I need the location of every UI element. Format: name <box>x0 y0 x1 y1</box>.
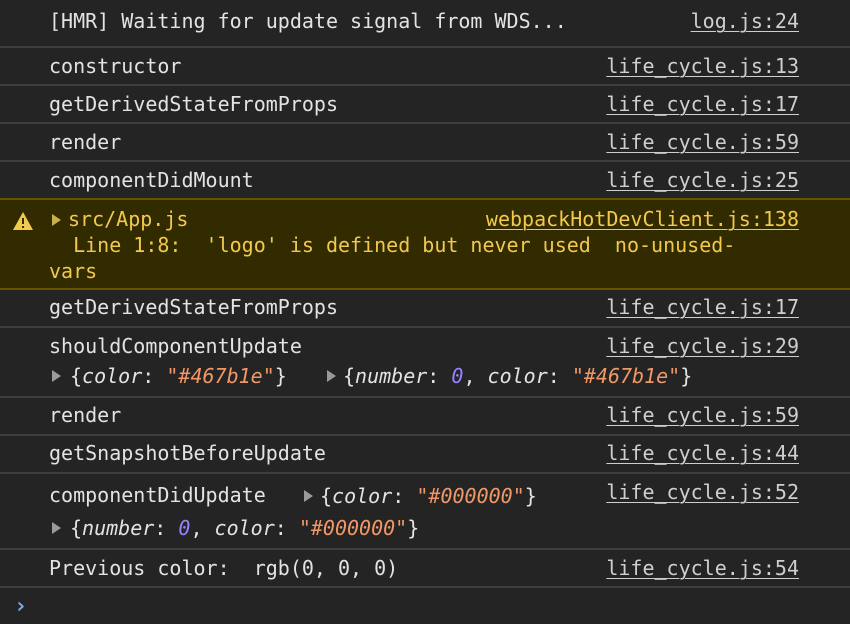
log-message: componentDidMount <box>49 168 254 192</box>
expand-triangle-icon[interactable] <box>52 370 61 382</box>
expand-triangle-icon[interactable] <box>52 214 61 226</box>
object-preview[interactable]: {color: "#000000"} <box>320 484 537 508</box>
object-preview[interactable]: {color: "#467b1e"} <box>70 364 287 388</box>
log-message: componentDidUpdate <box>49 483 266 507</box>
warning-file: src/App.js <box>68 207 189 231</box>
log-message: constructor <box>49 54 182 78</box>
console-log-row[interactable]: [HMR] Waiting for update signal from WDS… <box>0 0 850 48</box>
expand-triangle-icon[interactable] <box>304 490 313 502</box>
console-log-row[interactable]: constructor life_cycle.js:13 <box>0 48 850 86</box>
console-prompt-icon[interactable]: › <box>14 594 27 619</box>
warning-detail-line: Line 1:8: 'logo' is defined but never us… <box>49 233 736 257</box>
console-log-row[interactable]: componentDidMount life_cycle.js:25 <box>0 162 850 200</box>
source-link[interactable]: life_cycle.js:13 <box>606 54 799 78</box>
log-message: render <box>49 130 122 154</box>
source-link[interactable]: life_cycle.js:52 <box>606 480 799 504</box>
console-log-row[interactable]: componentDidUpdate life_cycle.js:52 {col… <box>0 474 850 550</box>
source-link[interactable]: life_cycle.js:59 <box>606 130 799 154</box>
source-link[interactable]: life_cycle.js:29 <box>606 334 799 358</box>
object-preview[interactable]: {number: 0, color: "#467b1e"} <box>343 364 692 388</box>
log-message: render <box>49 403 122 427</box>
warning-icon <box>13 212 33 230</box>
log-message: shouldComponentUpdate <box>49 334 302 358</box>
console-log-row[interactable]: getDerivedStateFromProps life_cycle.js:1… <box>0 86 850 124</box>
expand-triangle-icon[interactable] <box>327 370 336 382</box>
console-log-row[interactable]: render life_cycle.js:59 <box>0 398 850 436</box>
devtools-console: [HMR] Waiting for update signal from WDS… <box>0 0 850 624</box>
log-message: getDerivedStateFromProps <box>49 92 338 116</box>
log-message: getSnapshotBeforeUpdate <box>49 441 326 465</box>
source-link[interactable]: life_cycle.js:25 <box>606 168 799 192</box>
source-link[interactable]: life_cycle.js:59 <box>606 403 799 427</box>
source-link[interactable]: life_cycle.js:44 <box>606 441 799 465</box>
console-log-row[interactable]: Previous color: rgb(0, 0, 0) life_cycle.… <box>0 550 850 588</box>
log-message: [HMR] Waiting for update signal from WDS… <box>49 9 567 33</box>
console-warning-row[interactable]: src/App.js webpackHotDevClient.js:138 Li… <box>0 198 850 290</box>
console-log-row[interactable]: getDerivedStateFromProps life_cycle.js:1… <box>0 290 850 328</box>
source-link[interactable]: webpackHotDevClient.js:138 <box>486 207 799 231</box>
source-link[interactable]: log.js:24 <box>691 9 799 33</box>
object-preview[interactable]: {number: 0, color: "#000000"} <box>70 516 419 540</box>
source-link[interactable]: life_cycle.js:17 <box>606 295 799 319</box>
source-link[interactable]: life_cycle.js:54 <box>606 556 799 580</box>
warning-detail-line: vars <box>49 259 98 283</box>
log-message: Previous color: rgb(0, 0, 0) <box>49 556 399 580</box>
log-message: getDerivedStateFromProps <box>49 295 338 319</box>
source-link[interactable]: life_cycle.js:17 <box>606 92 799 116</box>
console-log-row[interactable]: shouldComponentUpdate life_cycle.js:29 {… <box>0 328 850 398</box>
console-log-row[interactable]: getSnapshotBeforeUpdate life_cycle.js:44 <box>0 436 850 474</box>
console-log-row[interactable]: render life_cycle.js:59 <box>0 124 850 162</box>
expand-triangle-icon[interactable] <box>52 522 61 534</box>
